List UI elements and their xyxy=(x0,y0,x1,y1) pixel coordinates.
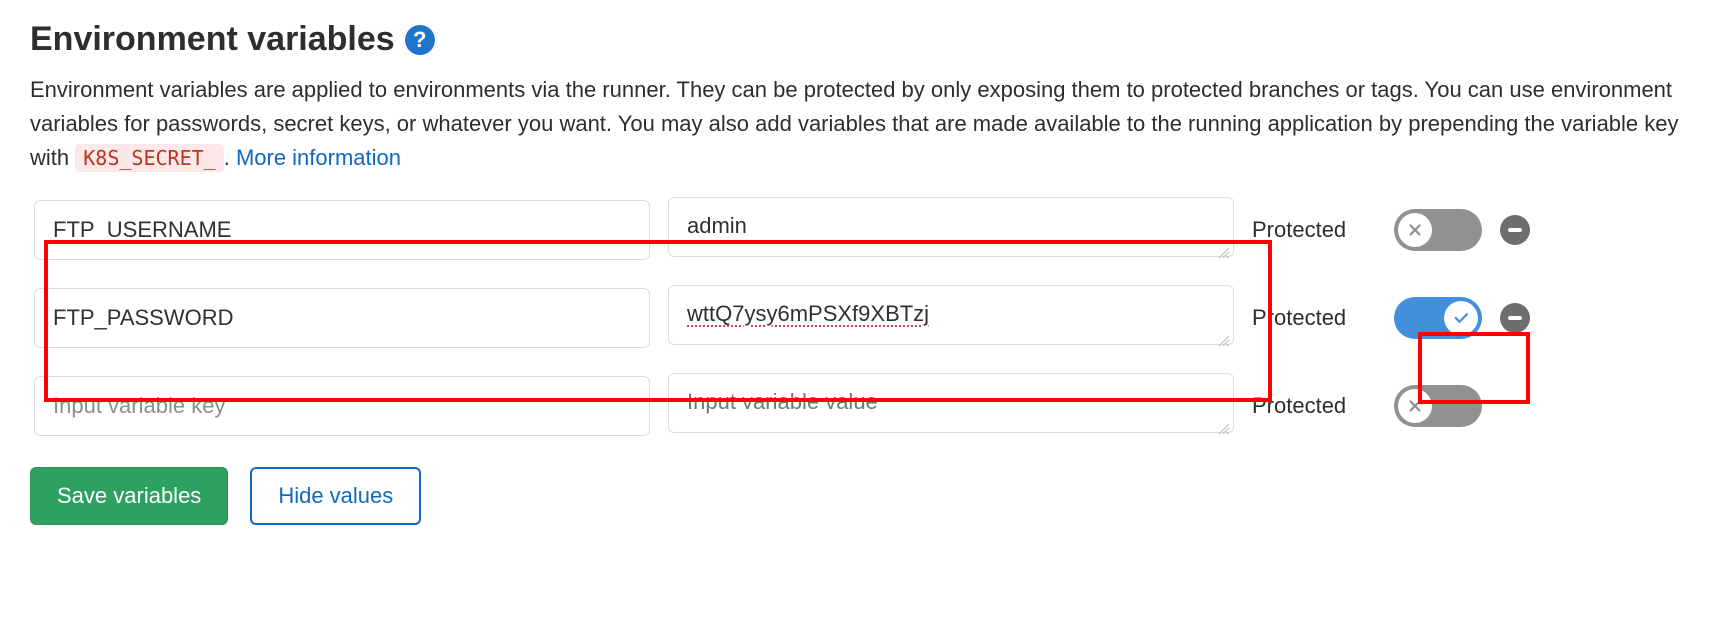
toggle-knob xyxy=(1444,301,1478,335)
protected-label: Protected xyxy=(1252,393,1376,419)
variable-key-input[interactable] xyxy=(34,200,650,260)
section-title-text: Environment variables xyxy=(30,20,395,59)
help-icon[interactable]: ? xyxy=(405,25,435,55)
description-suffix: . xyxy=(224,145,236,170)
variable-row: Protected xyxy=(30,281,1699,355)
x-icon xyxy=(1406,397,1424,415)
x-icon xyxy=(1406,221,1424,239)
protected-label: Protected xyxy=(1252,217,1376,243)
variable-row: Protected xyxy=(30,369,1699,443)
section-description: Environment variables are applied to env… xyxy=(30,73,1699,175)
action-buttons: Save variables Hide values xyxy=(30,467,1699,525)
variable-key-input[interactable] xyxy=(34,288,650,348)
protected-label: Protected xyxy=(1252,305,1376,331)
variable-row: Protected xyxy=(30,193,1699,267)
save-variables-button[interactable]: Save variables xyxy=(30,467,228,525)
variable-value-input[interactable] xyxy=(668,197,1234,257)
toggle-knob xyxy=(1398,213,1432,247)
variable-value-input[interactable] xyxy=(668,373,1234,433)
hide-values-button[interactable]: Hide values xyxy=(250,467,421,525)
k8s-secret-code-token: K8S_SECRET_ xyxy=(75,144,223,172)
protected-toggle[interactable] xyxy=(1394,209,1482,251)
remove-variable-button[interactable] xyxy=(1500,303,1530,333)
variables-list: Protected Protected xyxy=(30,193,1699,443)
section-title: Environment variables ? xyxy=(30,20,1699,59)
remove-variable-button[interactable] xyxy=(1500,215,1530,245)
variable-key-input[interactable] xyxy=(34,376,650,436)
protected-toggle[interactable] xyxy=(1394,385,1482,427)
more-information-link[interactable]: More information xyxy=(236,145,401,170)
protected-toggle[interactable] xyxy=(1394,297,1482,339)
toggle-knob xyxy=(1398,389,1432,423)
variable-value-input[interactable] xyxy=(668,285,1234,345)
check-icon xyxy=(1452,309,1470,327)
